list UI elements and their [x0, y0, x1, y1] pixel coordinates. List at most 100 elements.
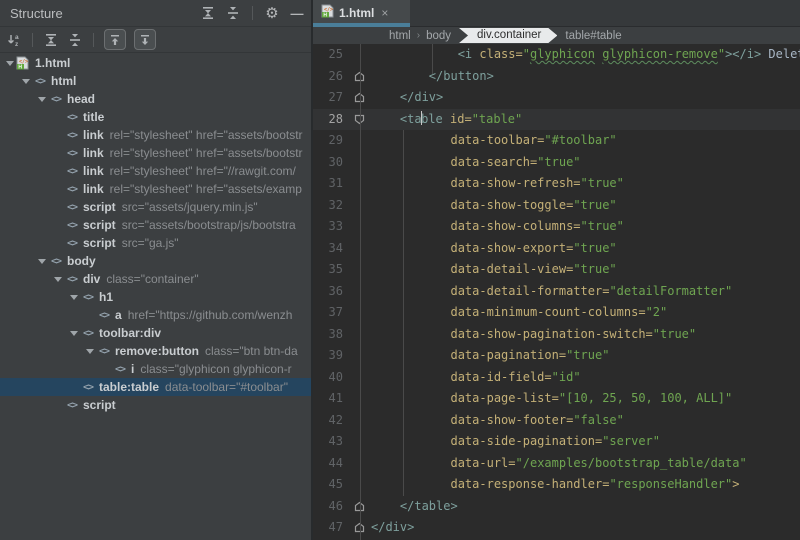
code-line-25[interactable]: 25 <i class="glyphicon glyphicon-remove"… — [313, 44, 800, 66]
code-line-30[interactable]: 30 data-search="true" — [313, 152, 800, 174]
code-text[interactable]: </div> — [371, 87, 800, 109]
code-text[interactable]: data-show-footer="false" — [371, 410, 800, 432]
line-number[interactable]: 27 — [313, 87, 347, 109]
tree-item-div[interactable]: <> div class="container" — [0, 270, 311, 288]
fold-end-icon[interactable] — [347, 66, 371, 88]
code-line-32[interactable]: 32 data-show-toggle="true" — [313, 195, 800, 217]
line-number[interactable]: 41 — [313, 388, 347, 410]
code-text[interactable]: data-id-field="id" — [371, 367, 800, 389]
expanded-triangle-icon[interactable] — [68, 331, 80, 336]
collapse-all-icon[interactable] — [67, 32, 83, 48]
code-text[interactable]: data-show-refresh="true" — [371, 173, 800, 195]
line-number[interactable]: 42 — [313, 410, 347, 432]
code-line-43[interactable]: 43 data-side-pagination="server" — [313, 431, 800, 453]
tree-item-table-table[interactable]: <> table:table data-toolbar="#toolbar" — [0, 378, 311, 396]
code-line-37[interactable]: 37 data-minimum-count-columns="2" — [313, 302, 800, 324]
line-number[interactable]: 43 — [313, 431, 347, 453]
tree-item-script[interactable]: <> script src="assets/jquery.min.js" — [0, 198, 311, 216]
code-line-36[interactable]: 36 data-detail-formatter="detailFormatte… — [313, 281, 800, 303]
expanded-triangle-icon[interactable] — [36, 259, 48, 264]
tree-item-link[interactable]: <> link rel="stylesheet" href="assets/boot… — [0, 126, 311, 144]
expanded-triangle-icon[interactable] — [20, 79, 32, 84]
line-number[interactable]: 28 — [313, 109, 347, 131]
code-text[interactable]: data-side-pagination="server" — [371, 431, 800, 453]
code-line-45[interactable]: 45 data-response-handler="responseHandle… — [313, 474, 800, 496]
tree-item-html[interactable]: <> html — [0, 72, 311, 90]
code-text[interactable]: data-pagination="true" — [371, 345, 800, 367]
tree-item-link[interactable]: <> link rel="stylesheet" href="assets/exam… — [0, 180, 311, 198]
tree-item-script[interactable]: <> script — [0, 396, 311, 414]
code-line-44[interactable]: 44 data-url="/examples/bootstrap_table/d… — [313, 453, 800, 475]
code-text[interactable]: <table id="table" — [371, 109, 800, 131]
code-line-35[interactable]: 35 data-detail-view="true" — [313, 259, 800, 281]
expanded-triangle-icon[interactable] — [4, 61, 16, 66]
tree-item-body[interactable]: <> body — [0, 252, 311, 270]
line-number[interactable]: 32 — [313, 195, 347, 217]
code-line-29[interactable]: 29 data-toolbar="#toolbar" — [313, 130, 800, 152]
code-line-31[interactable]: 31 data-show-refresh="true" — [313, 173, 800, 195]
code-line-46[interactable]: 46 </table> — [313, 496, 800, 518]
tree-item-link[interactable]: <> link rel="stylesheet" href="assets/boot… — [0, 144, 311, 162]
line-number[interactable]: 40 — [313, 367, 347, 389]
breadcrumb-item-div-container[interactable]: div.container — [459, 28, 557, 43]
tree-item-a[interactable]: <> a href="https://github.com/wenzh — [0, 306, 311, 324]
tree-item-script[interactable]: <> script src="assets/bootstrap/js/bootstr… — [0, 216, 311, 234]
line-number[interactable]: 25 — [313, 44, 347, 66]
collapse-all-icon[interactable] — [225, 5, 241, 21]
code-text[interactable]: data-detail-formatter="detailFormatter" — [371, 281, 800, 303]
line-number[interactable]: 31 — [313, 173, 347, 195]
tree-item-link[interactable]: <> link rel="stylesheet" href="//rawgit.co… — [0, 162, 311, 180]
line-number[interactable]: 46 — [313, 496, 347, 518]
hide-panel-icon[interactable]: — — [289, 5, 305, 21]
code-text[interactable]: </table> — [371, 496, 800, 518]
autoscroll-from-source-toggle[interactable] — [134, 29, 156, 50]
tree-item-remove-button[interactable]: <> remove:button class="btn btn-da — [0, 342, 311, 360]
code-line-39[interactable]: 39 data-pagination="true" — [313, 345, 800, 367]
fold-start-icon[interactable] — [347, 109, 371, 131]
code-text[interactable]: data-show-toggle="true" — [371, 195, 800, 217]
code-line-42[interactable]: 42 data-show-footer="false" — [313, 410, 800, 432]
code-line-47[interactable]: 47 </div> — [313, 517, 800, 539]
code-line-26[interactable]: 26 </button> — [313, 66, 800, 88]
code-line-40[interactable]: 40 data-id-field="id" — [313, 367, 800, 389]
line-number[interactable]: 26 — [313, 66, 347, 88]
line-number[interactable]: 47 — [313, 517, 347, 539]
tree-item-head[interactable]: <> head — [0, 90, 311, 108]
code-text[interactable]: data-show-columns="true" — [371, 216, 800, 238]
tree-item-i[interactable]: <> i class="glyphicon glyphicon-r — [0, 360, 311, 378]
breadcrumb-item-html[interactable]: html — [383, 30, 417, 42]
line-number[interactable]: 36 — [313, 281, 347, 303]
code-text[interactable]: <i class="glyphicon glyphicon-remove"></… — [371, 44, 800, 66]
code-text[interactable]: data-show-export="true" — [371, 238, 800, 260]
code-line-33[interactable]: 33 data-show-columns="true" — [313, 216, 800, 238]
sort-alphabetically-icon[interactable]: az — [6, 32, 22, 48]
line-number[interactable]: 39 — [313, 345, 347, 367]
code-line-38[interactable]: 38 data-show-pagination-switch="true" — [313, 324, 800, 346]
code-text[interactable]: data-search="true" — [371, 152, 800, 174]
autoscroll-to-source-toggle[interactable] — [104, 29, 126, 50]
code-line-34[interactable]: 34 data-show-export="true" — [313, 238, 800, 260]
expanded-triangle-icon[interactable] — [84, 349, 96, 354]
code-text[interactable]: data-page-list="[10, 25, 50, 100, ALL]" — [371, 388, 800, 410]
code-text[interactable]: data-response-handler="responseHandler"> — [371, 474, 800, 496]
code-text[interactable]: data-url="/examples/bootstrap_table/data… — [371, 453, 800, 475]
tab-close-icon[interactable]: × — [381, 6, 388, 20]
expanded-triangle-icon[interactable] — [52, 277, 64, 282]
breadcrumb-item-body[interactable]: body — [420, 30, 457, 42]
line-number[interactable]: 29 — [313, 130, 347, 152]
expand-all-icon[interactable] — [43, 32, 59, 48]
code-line-28[interactable]: 28 <table id="table" — [313, 108, 800, 131]
code-line-27[interactable]: 27 </div> — [313, 87, 800, 109]
code-text[interactable]: data-detail-view="true" — [371, 259, 800, 281]
tree-item-1-html[interactable]: </> H 1.html — [0, 54, 311, 72]
code-line-41[interactable]: 41 data-page-list="[10, 25, 50, 100, ALL… — [313, 388, 800, 410]
line-number[interactable]: 38 — [313, 324, 347, 346]
line-number[interactable]: 34 — [313, 238, 347, 260]
code-text[interactable]: data-toolbar="#toolbar" — [371, 130, 800, 152]
tree-item-title[interactable]: <> title — [0, 108, 311, 126]
code-text[interactable]: data-show-pagination-switch="true" — [371, 324, 800, 346]
line-number[interactable]: 45 — [313, 474, 347, 496]
fold-end-icon[interactable] — [347, 496, 371, 518]
tree-item-script[interactable]: <> script src="ga.js" — [0, 234, 311, 252]
line-number[interactable]: 35 — [313, 259, 347, 281]
